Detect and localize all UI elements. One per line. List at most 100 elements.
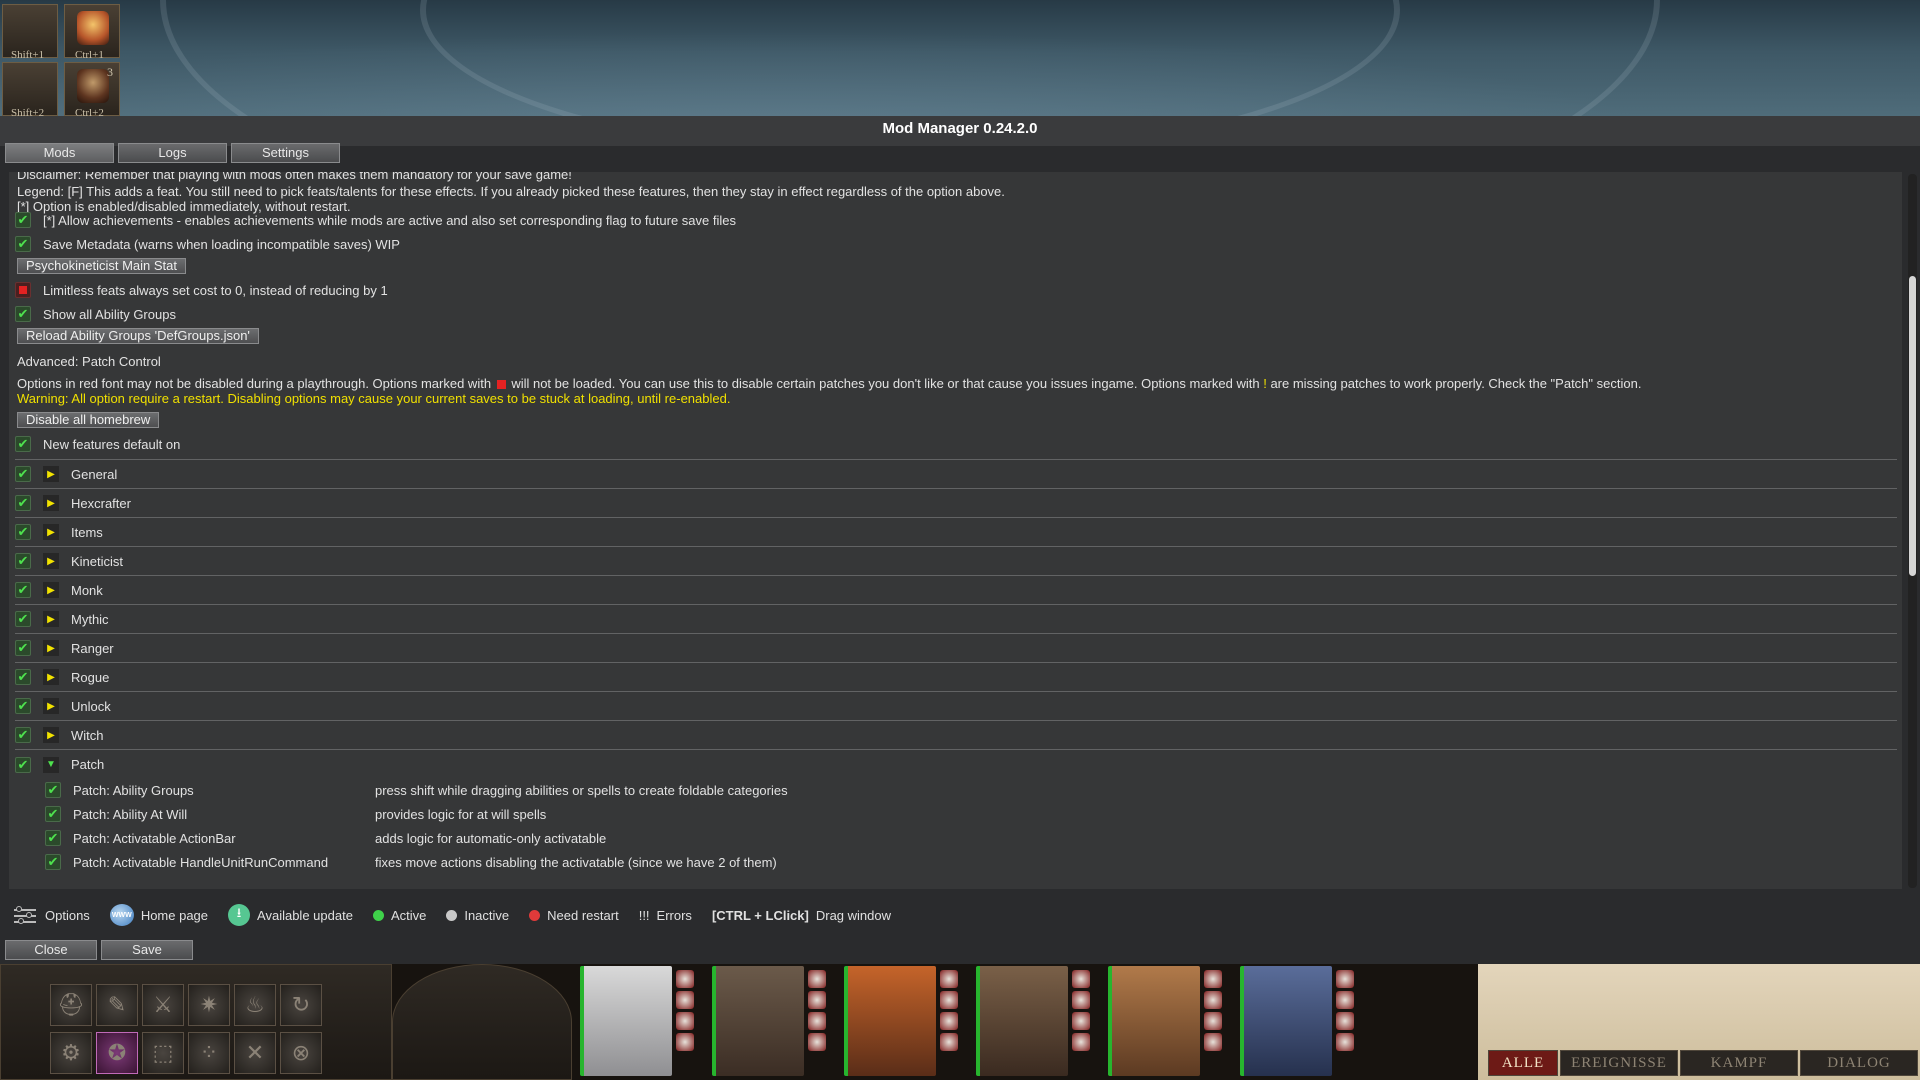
category-items[interactable]: ✔ ▶ Items	[15, 518, 1897, 547]
portrait-sorceress[interactable]	[1240, 966, 1332, 1076]
checkbox-checked-icon[interactable]: ✔	[15, 611, 31, 627]
checkbox-checked-icon[interactable]: ✔	[15, 669, 31, 685]
tab-logs[interactable]: Logs	[118, 143, 227, 163]
compass-ability-icon[interactable]: ✷	[188, 984, 230, 1026]
checkbox-checked-icon[interactable]: ✔	[15, 212, 31, 228]
exclamation-icon: !	[1263, 376, 1267, 391]
checkbox-checked-icon[interactable]: ✔	[15, 495, 31, 511]
category-patch[interactable]: ✔ ▼ Patch	[15, 750, 1897, 779]
category-unlock[interactable]: ✔ ▶ Unlock	[15, 692, 1897, 721]
reload-ability-groups-button[interactable]: Reload Ability Groups 'DefGroups.json'	[17, 328, 259, 344]
checkbox-checked-icon[interactable]: ✔	[15, 236, 31, 252]
expand-arrow-icon[interactable]: ▶	[43, 466, 59, 482]
tab-mods[interactable]: Mods	[5, 143, 114, 163]
checkbox-checked-icon[interactable]: ✔	[45, 830, 61, 846]
expand-arrow-icon[interactable]: ▶	[43, 495, 59, 511]
home-page-link[interactable]: WWW Home page	[109, 904, 208, 926]
option-save-metadata[interactable]: ✔ Save Metadata (warns when loading inco…	[15, 233, 400, 255]
checkbox-checked-icon[interactable]: ✔	[15, 640, 31, 656]
checkbox-checked-icon[interactable]: ✔	[15, 466, 31, 482]
settings-scroll-view[interactable]: Disclaimer: Remember that playing with m…	[9, 172, 1902, 889]
expand-arrow-icon[interactable]: ▶	[43, 698, 59, 714]
cycle-ability-icon[interactable]: ↻	[280, 984, 322, 1026]
chat-tab-combat[interactable]: KAMPF	[1680, 1050, 1798, 1076]
patch-row[interactable]: ✔ Patch: Ability Groups press shift whil…	[45, 780, 1045, 800]
compass-dial[interactable]	[392, 964, 572, 1080]
gear-ability-icon[interactable]: ⚙	[50, 1032, 92, 1074]
checkbox-checked-icon[interactable]: ✔	[15, 698, 31, 714]
portrait-elf[interactable]	[976, 966, 1068, 1076]
portrait-warrior[interactable]	[1108, 966, 1200, 1076]
tab-settings[interactable]: Settings	[231, 143, 340, 163]
option-allow-achievements[interactable]: ✔ [*] Allow achievements - enables achie…	[15, 209, 736, 231]
patch-row[interactable]: ✔ Patch: Activatable ActionBar adds logi…	[45, 828, 1045, 848]
expand-arrow-icon[interactable]: ▶	[43, 582, 59, 598]
checkbox-checked-icon[interactable]: ✔	[15, 727, 31, 743]
checkbox-checked-icon[interactable]: ✔	[15, 582, 31, 598]
expand-arrow-icon[interactable]: ▶	[43, 640, 59, 656]
hotbar-slot-ctrl-2[interactable]: 3 Ctrl+2	[64, 62, 120, 116]
expand-arrow-icon[interactable]: ▶	[43, 669, 59, 685]
mod-manager-window[interactable]: Mod Manager 0.24.2.0 Mods Logs Settings …	[0, 116, 1920, 964]
category-general[interactable]: ✔ ▶ General	[15, 460, 1897, 489]
category-kineticist[interactable]: ✔ ▶ Kineticist	[15, 547, 1897, 576]
category-hexcrafter[interactable]: ✔ ▶ Hexcrafter	[15, 489, 1897, 518]
disable-all-homebrew-button[interactable]: Disable all homebrew	[17, 412, 160, 428]
patch-row[interactable]: ✔ Patch: Activatable HandleUnitRunComman…	[45, 852, 1045, 872]
psychokineticist-main-stat-button[interactable]: Psychokineticist Main Stat	[17, 258, 187, 274]
hotbar-slot-shift-2[interactable]: Shift+2	[2, 62, 58, 116]
flame-ability-icon[interactable]: ♨	[234, 984, 276, 1026]
category-witch[interactable]: ✔ ▶ Witch	[15, 721, 1897, 750]
category-monk[interactable]: ✔ ▶ Monk	[15, 576, 1897, 605]
formation-ability-icon[interactable]: ⁘	[188, 1032, 230, 1074]
chat-tab-events[interactable]: EREIGNISSE	[1560, 1050, 1678, 1076]
patch-name: Patch: Ability At Will	[73, 806, 188, 822]
expand-arrow-icon[interactable]: ▶	[43, 611, 59, 627]
close-button[interactable]: Close	[5, 940, 97, 960]
checkbox-checked-icon[interactable]: ✔	[15, 306, 31, 322]
patch-description: adds logic for automatic-only activatabl…	[375, 830, 607, 846]
pentagram-ability-icon[interactable]: ✪	[96, 1032, 138, 1074]
hotbar-slot-ctrl-1[interactable]: Ctrl+1	[64, 4, 120, 61]
expand-arrow-icon[interactable]: ▶	[43, 553, 59, 569]
available-update-label: Available update	[257, 907, 353, 923]
category-mythic[interactable]: ✔ ▶ Mythic	[15, 605, 1897, 634]
option-show-ability-groups[interactable]: ✔ Show all Ability Groups	[15, 303, 176, 325]
collapse-arrow-icon[interactable]: ▼	[43, 756, 59, 773]
select-ability-icon[interactable]: ⬚	[142, 1032, 184, 1074]
category-ranger[interactable]: ✔ ▶ Ranger	[15, 634, 1897, 663]
portrait-human-woman[interactable]	[712, 966, 804, 1076]
window-title-bar[interactable]: Mod Manager 0.24.2.0	[0, 116, 1920, 146]
checkbox-checked-icon[interactable]: ✔	[15, 436, 31, 452]
checkbox-checked-icon[interactable]: ✔	[45, 806, 61, 822]
patch-name: Patch: Ability Groups	[73, 782, 194, 798]
option-limitless-feats[interactable]: Limitless feats always set cost to 0, in…	[15, 279, 388, 301]
checkbox-checked-icon[interactable]: ✔	[45, 782, 61, 798]
checkbox-checked-icon[interactable]: ✔	[15, 553, 31, 569]
chat-tab-all[interactable]: ALLE	[1488, 1050, 1558, 1076]
checkbox-checked-icon[interactable]: ✔	[45, 854, 61, 870]
category-rogue[interactable]: ✔ ▶ Rogue	[15, 663, 1897, 692]
portrait-buff-icons	[1204, 970, 1224, 1070]
patch-row[interactable]: ✔ Patch: Ability At Will provides logic …	[45, 804, 1045, 824]
option-new-features-default[interactable]: ✔ New features default on	[15, 433, 180, 455]
cancel-ability-icon[interactable]: ✕	[234, 1032, 276, 1074]
options-link[interactable]: Options	[12, 904, 90, 926]
sword-ability-icon[interactable]: ⚔	[142, 984, 184, 1026]
save-button[interactable]: Save	[101, 940, 193, 960]
hotbar-slot-shift-1[interactable]: Shift+1	[2, 4, 58, 61]
expand-arrow-icon[interactable]: ▶	[43, 727, 59, 743]
chat-tab-dialog[interactable]: DIALOG	[1800, 1050, 1918, 1076]
portrait-fox[interactable]	[844, 966, 936, 1076]
helmet-ability-icon[interactable]: ⛑	[50, 984, 92, 1026]
scrollbar-thumb[interactable]	[1909, 276, 1916, 576]
need-restart-legend: Need restart	[529, 908, 619, 923]
book-ability-icon[interactable]: ✎	[96, 984, 138, 1026]
checkbox-checked-icon[interactable]: ✔	[15, 756, 31, 773]
expand-arrow-icon[interactable]: ▶	[43, 524, 59, 540]
checkbox-disabled-icon[interactable]	[15, 282, 31, 298]
portrait-white-fox[interactable]	[580, 966, 672, 1076]
legend-feat-text: Legend: [F] This adds a feat. You still …	[17, 184, 1005, 199]
checkbox-checked-icon[interactable]: ✔	[15, 524, 31, 540]
stop-ability-icon[interactable]: ⊗	[280, 1032, 322, 1074]
